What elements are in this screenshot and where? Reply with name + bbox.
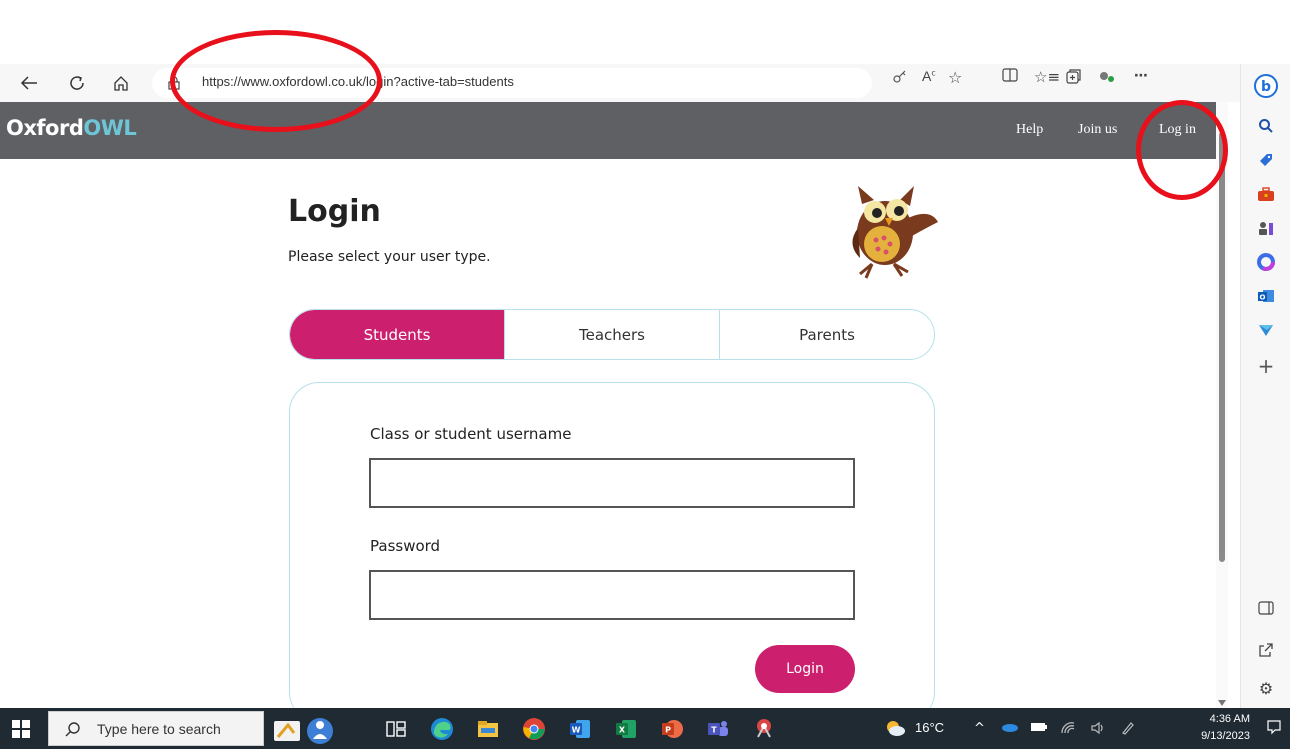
search-icon xyxy=(65,722,80,737)
password-label: Password xyxy=(370,537,441,555)
svg-text:X: X xyxy=(619,726,626,735)
bing-copilot-icon[interactable]: b xyxy=(1254,74,1278,98)
page-subtitle: Please select your user type. xyxy=(288,249,491,265)
search-highlight-icon[interactable] xyxy=(272,711,336,747)
password-input[interactable] xyxy=(369,570,855,620)
taskbar-search-box[interactable]: Type here to search xyxy=(48,711,264,746)
edge-sidebar: b O + ⚙ xyxy=(1240,64,1290,708)
tab-parents[interactable]: Parents xyxy=(720,310,934,359)
clock-date[interactable]: 9/13/2023 xyxy=(1190,730,1250,742)
home-icon[interactable] xyxy=(106,68,136,98)
password-key-icon[interactable] xyxy=(892,68,908,88)
annotation-circle-login xyxy=(1136,100,1228,200)
file-explorer-icon[interactable] xyxy=(476,717,500,741)
cropped-slide-heading xyxy=(22,0,35,31)
svg-text:T: T xyxy=(711,726,717,735)
username-input[interactable] xyxy=(369,458,855,508)
more-options-icon[interactable]: ⋯ xyxy=(1134,68,1148,84)
svg-text:W: W xyxy=(572,726,581,735)
windows-start-icon[interactable] xyxy=(12,720,30,738)
screen: https://www.oxfordowl.co.uk/login?active… xyxy=(0,0,1290,749)
site-header: OxfordOWL Help Join us Log in xyxy=(0,102,1216,159)
task-view-icon[interactable] xyxy=(384,717,408,741)
read-aloud-icon[interactable]: Aⅽ xyxy=(922,68,936,84)
extensions-icon[interactable] xyxy=(1098,68,1116,88)
login-button[interactable]: Login xyxy=(755,645,855,693)
collections-icon[interactable] xyxy=(1066,68,1082,88)
svg-text:O: O xyxy=(1260,294,1266,302)
sidebar-toggle-icon[interactable] xyxy=(1254,596,1278,620)
chrome-icon[interactable] xyxy=(522,717,546,741)
back-arrow-icon[interactable] xyxy=(14,68,44,98)
refresh-icon[interactable] xyxy=(62,68,92,98)
add-icon[interactable]: + xyxy=(1254,354,1278,378)
split-screen-icon[interactable] xyxy=(1002,68,1018,86)
shopping-tag-icon[interactable] xyxy=(1254,148,1278,172)
tab-students[interactable]: Students xyxy=(290,310,505,359)
tray-chevron-up-icon[interactable]: ^ xyxy=(974,721,985,736)
pen-icon[interactable] xyxy=(1120,721,1136,739)
microsoft-365-icon[interactable] xyxy=(1254,250,1278,274)
annotation-circle-url xyxy=(170,30,382,132)
svg-text:P: P xyxy=(665,726,671,735)
onedrive-icon[interactable] xyxy=(1000,721,1018,737)
search-icon[interactable] xyxy=(1254,114,1278,138)
send-icon[interactable] xyxy=(1254,318,1278,342)
scroll-down-arrow-icon[interactable] xyxy=(1218,700,1226,706)
taskbar-search-placeholder: Type here to search xyxy=(97,721,221,737)
edge-browser-icon[interactable] xyxy=(430,717,454,741)
external-link-icon[interactable] xyxy=(1254,638,1278,662)
volume-icon[interactable] xyxy=(1090,721,1106,739)
owl-mascot-icon xyxy=(852,186,938,279)
outlook-icon[interactable]: O xyxy=(1254,284,1278,308)
snipping-tool-icon[interactable] xyxy=(752,717,776,741)
favorite-star-icon[interactable]: ☆ xyxy=(948,68,962,87)
svg-text:b: b xyxy=(1261,79,1271,95)
username-label: Class or student username xyxy=(370,425,572,443)
page-scrollbar[interactable] xyxy=(1216,102,1228,708)
weather-temperature[interactable]: 16°C xyxy=(915,720,944,735)
tools-briefcase-icon[interactable] xyxy=(1254,182,1278,206)
oxford-owl-logo[interactable]: OxfordOWL xyxy=(6,116,137,140)
settings-gear-icon[interactable]: ⚙ xyxy=(1254,676,1278,700)
notification-center-icon[interactable] xyxy=(1266,719,1282,739)
excel-icon[interactable]: X xyxy=(614,717,638,741)
favorites-list-icon[interactable]: ☆≡ xyxy=(1034,68,1060,86)
windows-taskbar: Type here to search W X P T 16°C ^ 4:36 … xyxy=(0,708,1290,749)
games-icon[interactable] xyxy=(1254,216,1278,240)
nav-help-link[interactable]: Help xyxy=(1016,122,1043,138)
battery-icon[interactable] xyxy=(1030,721,1048,737)
user-type-tabs: Students Teachers Parents xyxy=(289,309,935,360)
clock-time[interactable]: 4:36 AM xyxy=(1198,713,1250,725)
teams-icon[interactable]: T xyxy=(706,717,730,741)
scrollbar-thumb[interactable] xyxy=(1219,132,1225,562)
word-icon[interactable]: W xyxy=(568,717,592,741)
page-title: Login xyxy=(288,194,381,229)
powerpoint-icon[interactable]: P xyxy=(660,717,684,741)
nav-join-link[interactable]: Join us xyxy=(1078,122,1117,138)
weather-icon[interactable] xyxy=(884,718,906,738)
network-icon[interactable] xyxy=(1060,721,1076,739)
tab-teachers[interactable]: Teachers xyxy=(505,310,720,359)
